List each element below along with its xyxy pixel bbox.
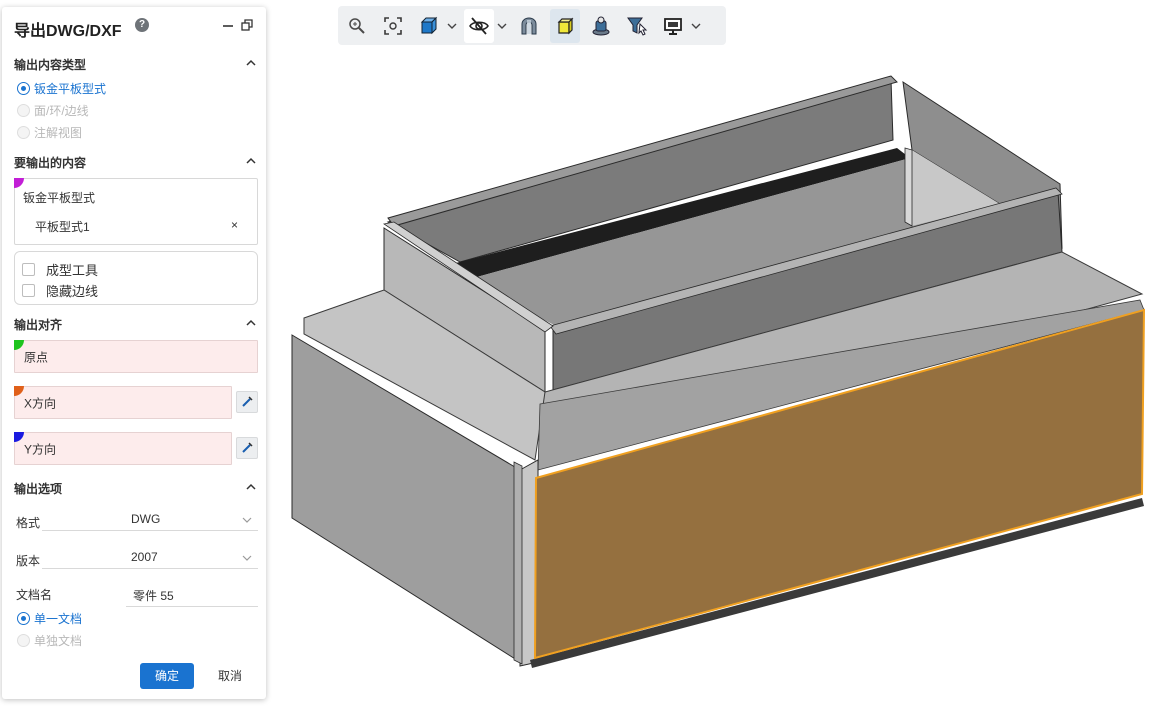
selection-flag-icon [14,340,24,350]
content-box-title: 钣金平板型式 [23,191,96,205]
x-direction-pick-button[interactable] [236,391,258,413]
checkbox-forming-tools[interactable]: 成型工具 [22,260,98,279]
version-value: 2007 [131,550,158,564]
x-direction-selection-field[interactable]: X方向 [14,386,232,419]
radio-separate-documents[interactable]: 单独文档 [17,632,82,649]
picker-icon [242,396,253,407]
radio-label: 单独文档 [34,634,83,648]
selection-flag-icon [14,178,24,188]
hide-show-button[interactable] [464,8,494,43]
chevron-down-icon [242,555,252,561]
section-view-button[interactable] [514,9,544,43]
content-item-label: 平板型式1 [35,220,90,234]
display-settings-dropdown[interactable] [690,9,702,43]
zoom-button[interactable] [342,9,372,43]
chevron-up-icon[interactable] [245,317,257,329]
chevron-up-icon[interactable] [245,57,257,69]
cancel-button[interactable]: 取消 [210,663,250,689]
format-select[interactable]: DWG [42,509,258,531]
radio-flat-pattern[interactable]: 钣金平板型式 [17,80,106,97]
section-output-options-title: 输出选项 [14,482,63,496]
question-circle-icon[interactable]: ? [135,18,149,32]
document-name-field[interactable] [126,585,258,607]
content-selection-box[interactable]: 钣金平板型式 平板型式1 × [14,178,258,245]
format-value: DWG [131,512,161,526]
version-select[interactable]: 2007 [42,547,258,569]
picker-icon [242,442,253,453]
document-name-label: 文档名 [16,588,53,602]
restore-window-icon[interactable] [240,18,254,32]
display-style-button[interactable] [550,8,580,43]
section-view-icon [521,17,537,34]
view-toolbar [338,6,726,45]
radio-single-document[interactable]: 单一文档 [17,610,82,627]
checkbox-square [22,284,35,297]
radio-dot [17,82,30,95]
appearance-button[interactable] [586,9,616,43]
zoom-icon [349,17,365,34]
checkbox-label: 隐藏边线 [46,284,99,299]
minimize-icon[interactable] [221,18,235,32]
chevron-down-icon [242,517,252,523]
left-front-edge [513,461,523,665]
radio-dot [17,634,30,647]
visibility-icon [469,16,489,35]
y-direction-pick-button[interactable] [236,437,258,459]
export-dwg-dxf-panel: 导出DWG/DXF ? 输出内容类型 钣金平板型式 面/环/边线 注解视图 要输… [2,7,266,699]
right-flange [904,147,913,227]
checkbox-label: 成型工具 [46,263,99,278]
radio-annotation-view[interactable]: 注解视图 [17,124,82,141]
view-orientation-dropdown[interactable] [446,9,458,43]
radio-label: 单一文档 [34,612,83,626]
content-options-box: 成型工具 隐藏边线 [14,251,258,305]
x-direction-label: X方向 [24,396,57,410]
remove-item-icon[interactable]: × [231,218,238,232]
selection-filter-button[interactable] [622,9,652,43]
section-align-title: 输出对齐 [14,318,63,332]
panel-title: 导出DWG/DXF [14,23,122,40]
radio-dot [17,126,30,139]
section-output-type-title: 输出内容类型 [14,58,87,72]
radio-label: 钣金平板型式 [34,82,107,96]
fit-view-icon [384,16,402,35]
display-icon [664,17,682,35]
appearance-icon [592,16,610,35]
fit-view-button[interactable] [378,9,408,43]
section-content-title: 要输出的内容 [14,156,87,170]
radio-dot [17,104,30,117]
radio-faces-loops-edges[interactable]: 面/环/边线 [17,102,89,119]
hide-show-dropdown[interactable] [496,9,508,43]
view-cube-icon [420,16,438,34]
radio-dot [17,612,30,625]
chevron-up-icon[interactable] [245,155,257,167]
y-direction-label: Y方向 [24,442,57,456]
shaded-icon [557,17,574,34]
display-settings-button[interactable] [658,9,688,43]
origin-selection-field[interactable]: 原点 [14,340,258,373]
filter-icon [627,17,648,36]
checkbox-hidden-edges[interactable]: 隐藏边线 [22,281,98,300]
chevron-down-icon [447,23,457,29]
checkbox-square [22,263,35,276]
origin-label: 原点 [24,350,49,364]
document-name-input[interactable] [133,588,253,602]
chevron-up-icon[interactable] [245,481,257,493]
view-orientation-button[interactable] [414,9,444,43]
selection-flag-icon [14,386,24,396]
selection-flag-icon [14,432,24,442]
chevron-down-icon [497,23,507,29]
ok-button[interactable]: 确定 [140,663,194,689]
format-label: 格式 [16,516,41,530]
chevron-down-icon [691,23,701,29]
radio-label: 面/环/边线 [34,104,89,118]
version-label: 版本 [16,554,41,568]
y-direction-selection-field[interactable]: Y方向 [14,432,232,465]
radio-label: 注解视图 [34,126,83,140]
